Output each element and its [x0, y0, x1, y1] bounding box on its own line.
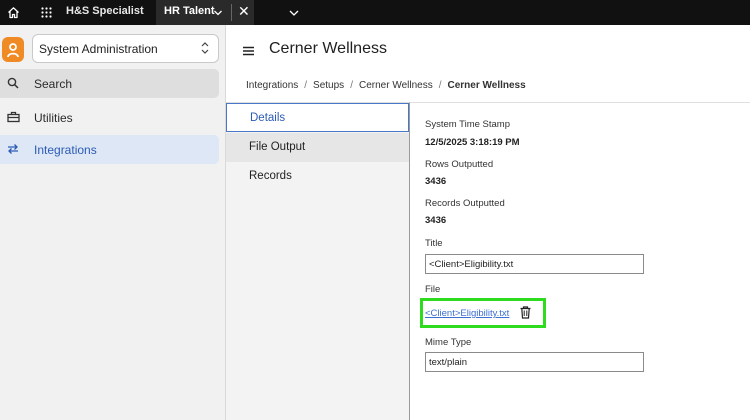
- app-logo: [2, 37, 24, 62]
- context-select-value: System Administration: [39, 42, 158, 56]
- sidebar: System Administration Search Utilities I…: [0, 25, 225, 420]
- more-tabs-chevron-icon[interactable]: [288, 4, 300, 26]
- search-icon: [6, 76, 20, 90]
- breadcrumb-item-cerner-wellness[interactable]: Cerner Wellness: [359, 80, 433, 91]
- rows-outputted-label: Rows Outputted: [425, 159, 494, 170]
- home-icon[interactable]: [3, 3, 23, 22]
- sidebar-item-label: Search: [34, 77, 73, 91]
- details-panel: System Time Stamp 12/5/2025 3:18:19 PM R…: [409, 102, 750, 420]
- breadcrumb-item-integrations[interactable]: Integrations: [246, 80, 298, 91]
- breadcrumb-current: Cerner Wellness: [447, 80, 526, 91]
- sidebar-item-search[interactable]: Search: [0, 69, 219, 98]
- context-select[interactable]: System Administration: [32, 34, 219, 63]
- tab-records[interactable]: Records: [226, 162, 409, 191]
- mime-type-field[interactable]: [425, 352, 644, 372]
- breadcrumb: Integrations / Setups / Cerner Wellness / Cern…: [246, 80, 526, 91]
- breadcrumb-separator: /: [438, 80, 442, 91]
- chevron-down-icon[interactable]: [213, 4, 223, 26]
- swap-arrows-icon: [6, 142, 20, 156]
- timestamp-value: 12/5/2025 3:18:19 PM: [425, 137, 520, 148]
- sidebar-item-label: Utilities: [34, 111, 73, 125]
- tab-label: Details: [250, 112, 286, 124]
- rows-outputted-value: 3436: [425, 176, 447, 187]
- main-content: Cerner Wellness Integrations / Setups / Cern…: [225, 25, 750, 420]
- apps-grid-icon[interactable]: [36, 3, 56, 22]
- file-download-link[interactable]: <Client>Eligibility.txt: [425, 308, 509, 319]
- menu-icon[interactable]: [243, 43, 254, 61]
- tab-label: HR Talent: [164, 5, 215, 17]
- sidebar-item-label: Integrations: [34, 143, 97, 157]
- tab-details[interactable]: Details: [226, 103, 409, 132]
- mime-type-label: Mime Type: [425, 337, 472, 348]
- top-bar: H&S Specialist HR Talent ✕: [0, 0, 750, 25]
- sidebar-item-utilities[interactable]: Utilities: [0, 103, 219, 132]
- title-label: Title: [425, 238, 443, 249]
- breadcrumb-separator: /: [350, 80, 353, 91]
- records-outputted-label: Records Outputted: [425, 198, 505, 209]
- trash-icon[interactable]: [520, 306, 531, 324]
- tab-label: Records: [249, 170, 292, 182]
- tab-label: File Output: [249, 141, 306, 153]
- breadcrumb-separator: /: [304, 80, 308, 91]
- sidebar-item-integrations[interactable]: Integrations: [0, 135, 219, 164]
- page-title: Cerner Wellness: [269, 40, 387, 57]
- file-label: File: [425, 284, 441, 295]
- records-outputted-value: 3436: [425, 215, 447, 226]
- toolbox-icon: [6, 110, 20, 124]
- close-icon[interactable]: ✕: [238, 3, 250, 20]
- app-name[interactable]: H&S Specialist: [66, 5, 144, 17]
- breadcrumb-item-setups[interactable]: Setups: [313, 80, 344, 91]
- tab-divider: [231, 4, 232, 21]
- tab-file-output[interactable]: File Output: [226, 133, 409, 162]
- sort-arrows-icon: [201, 41, 209, 60]
- tab-hr-talent[interactable]: HR Talent ✕: [156, 0, 254, 25]
- sub-navigation: Details File Output Records: [226, 102, 409, 420]
- timestamp-label: System Time Stamp: [425, 119, 510, 130]
- title-field[interactable]: [425, 254, 644, 274]
